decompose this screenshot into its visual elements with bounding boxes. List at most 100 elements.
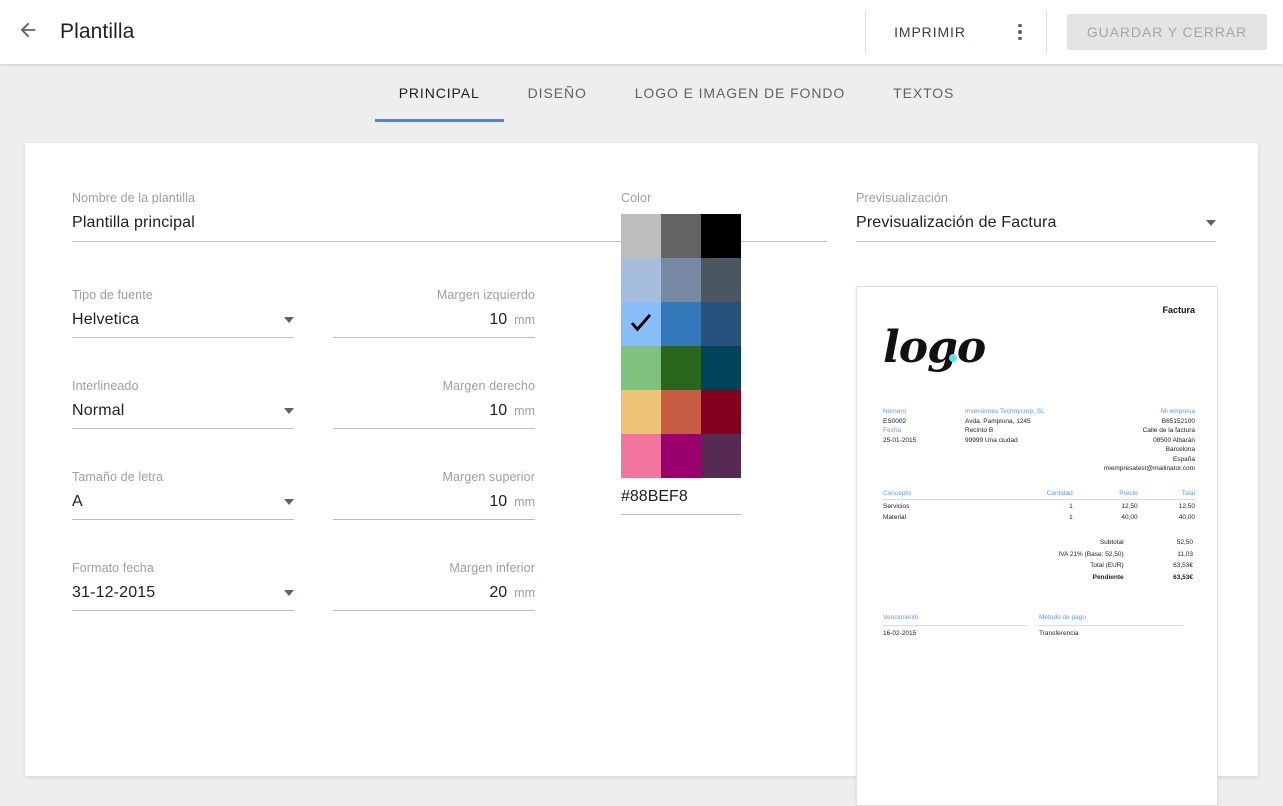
settings-card: Nombre de la plantilla Plantilla princip… [25,143,1258,806]
margin-bottom-input[interactable]: 20 mm [333,584,535,611]
margin-top-input[interactable]: 10 mm [333,493,535,520]
invoice-meta-line: B65152100 [1161,417,1195,425]
field-value: 20 [489,584,508,601]
invoice-totals-table: Subtotal 52,50 IVA 21% (Base: 52,50) 11,03 T… [883,535,1195,583]
line-spacing-select[interactable]: Normal [72,402,294,429]
color-swatch[interactable] [621,434,661,478]
field-value: 10 [489,493,508,510]
tabs-container: PRINCIPAL DISEÑO LOGO E IMAGEN DE FONDO … [374,64,979,122]
color-swatch[interactable] [661,214,701,258]
color-swatch[interactable] [701,302,741,346]
totals-row: IVA 21% (Base: 52,50) 11,03 [885,548,1193,558]
totals-value: 52,50 [1176,539,1193,546]
color-swatch[interactable] [701,434,741,478]
invoice-items-head: Concepto Cantidad Precio Total [883,489,1195,500]
save-and-close-button[interactable]: GUARDAR Y CERRAR [1066,14,1267,50]
field-value: 10 [489,311,508,328]
color-hex-input[interactable]: #88BEF8 [621,488,741,515]
print-button[interactable]: IMPRIMIR [870,14,990,50]
invoice-meta-line: Avda. Pamplona, 1245 [965,417,1031,425]
field-margin-bottom: Margen inferior 20 mm [333,561,535,611]
page-title: Plantilla [60,20,135,43]
color-swatch[interactable] [621,390,661,434]
kebab-dot [1018,36,1022,41]
totals-value: 63,53€ [1173,562,1193,569]
font-size-select[interactable]: A [72,493,294,520]
table-cell: 40,00 [1178,513,1195,521]
color-swatch[interactable] [621,302,661,346]
color-swatch[interactable] [661,434,701,478]
invoice-meta-company: Mi empresa B65152100 Calle de la factura 08… [1045,407,1195,474]
unit-label: mm [514,495,535,509]
color-swatch[interactable] [661,302,701,346]
table-cell: Material [883,513,907,521]
invoice-meta-line: ES0002 [883,417,907,425]
logo-text: logo [883,322,986,373]
invoice-meta-line: Calle de la factura [1142,427,1195,434]
field-value: 10 [489,402,508,419]
color-swatch[interactable] [621,346,661,390]
margin-right-input[interactable]: 10 mm [333,402,535,429]
field-value: Normal [72,402,125,419]
tab-principal[interactable]: PRINCIPAL [374,64,504,122]
unit-label: mm [514,404,535,418]
field-label: Margen superior [442,470,535,484]
color-swatch[interactable] [701,346,741,390]
color-swatch[interactable] [661,346,701,390]
totals-label: Total (EUR) [1090,562,1124,569]
field-margin-right: Margen derecho 10 mm [333,379,535,429]
table-cell: 12,50 [1178,503,1195,510]
field-label: Interlineado [72,379,139,393]
table-cell: 1 [1069,513,1073,521]
table-header-row: Concepto Cantidad Precio Total [883,489,1195,500]
field-value: Helvetica [72,311,140,328]
invoice-meta-line: España [1172,455,1195,463]
invoice-items-table: Concepto Cantidad Precio Total Servicios 1 12… [883,489,1195,521]
chevron-down-icon [1206,220,1216,226]
check-icon [630,314,652,332]
app-bar: Plantilla IMPRIMIR GUARDAR Y CERRAR [0,0,1283,64]
invoice-meta-number: Número ES0002 Fecha 25-01-2015 [883,407,965,474]
chevron-down-icon [284,499,294,505]
invoice-payment-method: Método de pago Transferencia [1039,613,1195,639]
tab-textos[interactable]: TEXTOS [869,64,978,122]
color-swatch[interactable] [661,390,701,434]
invoice-meta: Número ES0002 Fecha 25-01-2015 Inversiones … [883,407,1195,474]
more-vertical-icon[interactable] [1000,12,1040,52]
unit-label: mm [514,313,535,327]
margin-left-input[interactable]: 10 mm [333,311,535,338]
field-value: Previsualización de Factura [856,214,1057,231]
invoice-totals-body: Subtotal 52,50 IVA 21% (Base: 52,50) 11,03 T… [885,537,1193,581]
arrow-left-icon [17,19,39,46]
invoice-due-date: Vencimiento 16-02-2015 [883,613,1039,639]
color-swatch[interactable] [621,214,661,258]
field-label: Margen inferior [449,561,535,575]
invoice-content: Factura logo Número ES0002 Fecha 25-01-2015… [883,305,1195,639]
field-margin-left: Margen izquierdo 10 mm [333,288,535,338]
color-swatch[interactable] [621,258,661,302]
color-swatch[interactable] [701,214,741,258]
field-line-spacing: Interlineado Normal [72,379,294,429]
font-type-select[interactable]: Helvetica [72,311,294,338]
kebab-dot [1018,30,1022,34]
field-margin-top: Margen superior 10 mm [333,470,535,520]
table-column-header: Concepto [883,489,982,500]
invoice-meta-line: Recinto B [965,427,994,434]
divider [865,10,867,54]
preview-type-select[interactable]: Previsualización de Factura [856,214,1216,242]
color-swatch[interactable] [701,258,741,302]
field-label: Margen izquierdo [436,288,535,302]
invoice-meta-line: 25-01-2015 [883,436,917,444]
tab-diseno[interactable]: DISEÑO [504,64,611,122]
field-font-type: Tipo de fuente Helvetica [72,288,294,338]
preview-panel: Previsualización Previsualización de Fac… [856,191,1218,806]
tab-logo-imagen-fondo[interactable]: LOGO E IMAGEN DE FONDO [611,64,869,122]
field-font-size: Tamaño de letra A [72,470,294,520]
date-format-select[interactable]: 31-12-2015 [72,584,294,611]
invoice-meta-client: Inversiones Technycorp, SL Avda. Pamplona… [965,407,1045,474]
color-swatch[interactable] [661,258,701,302]
color-swatch[interactable] [701,390,741,434]
logo-dot-icon [949,354,957,362]
color-swatch-grid[interactable] [621,214,741,478]
back-button[interactable] [8,12,48,52]
